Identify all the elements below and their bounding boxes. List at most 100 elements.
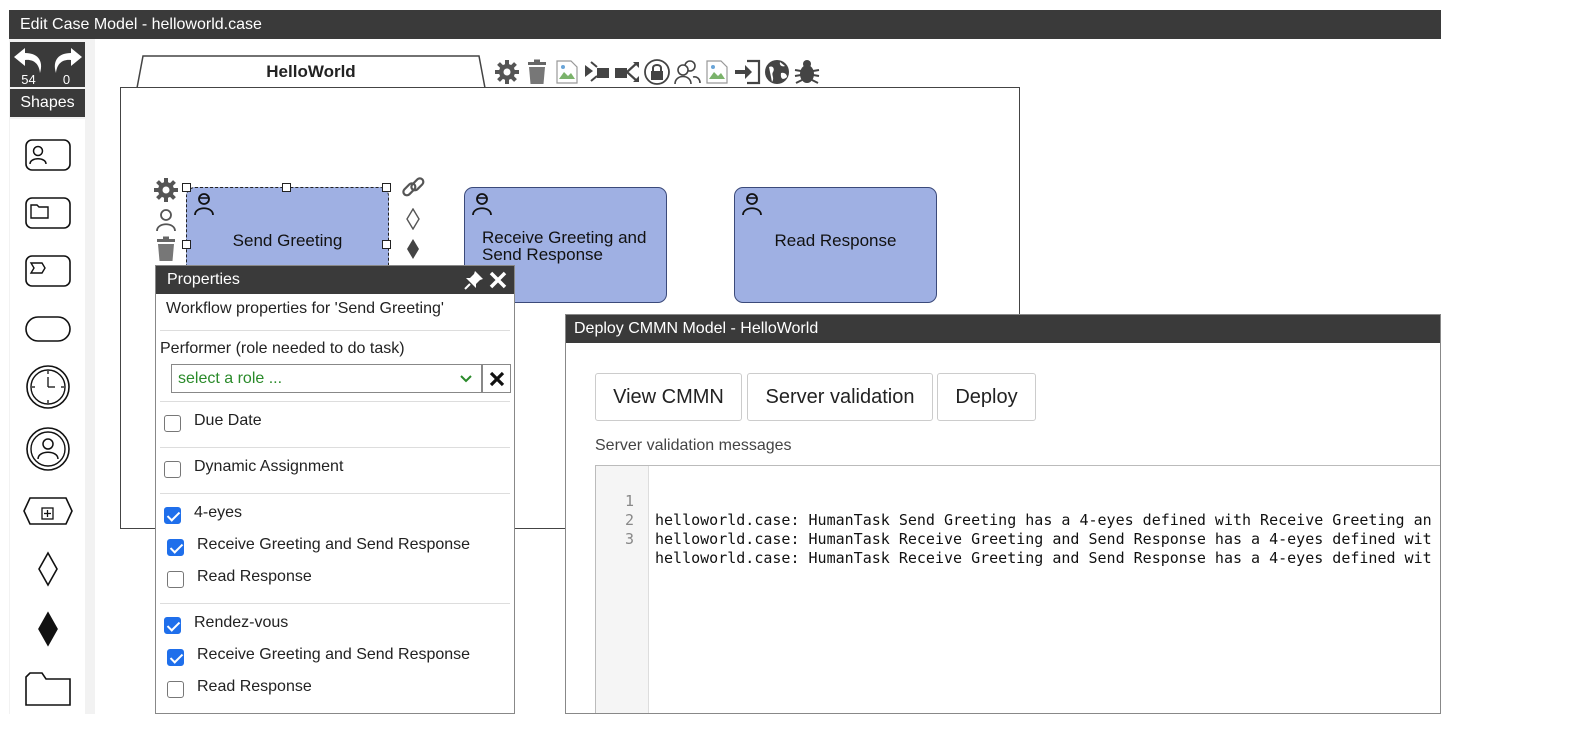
role-select[interactable]: select a role ...	[171, 364, 482, 393]
task-name: Send Greeting	[232, 231, 343, 250]
properties-title: Properties	[167, 271, 240, 288]
broken-image-icon	[556, 60, 578, 84]
server-validation-button[interactable]: Server validation	[747, 373, 933, 421]
case-file-shape[interactable]	[10, 661, 85, 713]
deploy-button[interactable]	[762, 57, 792, 87]
rendezvous-read-response-label: Read Response	[197, 678, 312, 695]
roles-button[interactable]	[672, 57, 702, 87]
undo-count: 54	[21, 72, 36, 87]
model-toolbar	[492, 57, 822, 87]
human-task-shape-icon	[24, 139, 71, 171]
window-title: Edit Case Model - helloworld.case	[9, 10, 1441, 39]
rendezvous-receive-greeting-checkbox[interactable]	[167, 649, 184, 666]
trash-icon	[528, 59, 546, 84]
gear-icon[interactable]	[153, 177, 179, 203]
properties-subtitle: Workflow properties for 'Send Greeting'	[160, 294, 510, 331]
validation-messages-label: Server validation messages	[595, 437, 792, 454]
undo-button[interactable]: 54	[10, 42, 47, 87]
exit-criterion-icon[interactable]	[405, 238, 421, 260]
dynamic-assignment-checkbox[interactable]	[164, 461, 181, 478]
task-name: Read Response	[774, 231, 897, 250]
rendezvous-read-response-checkbox[interactable]	[167, 681, 184, 698]
workflow-properties-icon[interactable]	[155, 208, 177, 232]
debug-button[interactable]	[792, 57, 822, 87]
due-date-checkbox[interactable]	[164, 415, 181, 432]
four-eyes-receive-greeting-label: Receive Greeting and Send Response	[197, 536, 471, 553]
undo-redo-bar: 54 0	[10, 42, 85, 87]
dynamic-assignment-section: Dynamic Assignment	[160, 452, 510, 494]
resize-handle[interactable]	[182, 183, 191, 192]
export-button[interactable]	[612, 57, 642, 87]
arrows-out-icon	[615, 62, 639, 82]
tab-helloworld[interactable]: HelloWorld	[136, 55, 486, 88]
broken-image-button[interactable]	[552, 57, 582, 87]
four-eyes-section: 4-eyes Receive Greeting and Send Respons…	[160, 498, 510, 604]
folder-icon	[24, 672, 71, 706]
delete-button[interactable]	[522, 57, 552, 87]
close-icon[interactable]	[488, 270, 508, 290]
user-event-shape[interactable]	[10, 423, 85, 475]
clear-role-button[interactable]	[482, 364, 511, 393]
timer-event-shape[interactable]	[10, 361, 85, 413]
case-task-shape[interactable]	[10, 485, 85, 537]
rendezvous-checkbox[interactable]	[164, 617, 181, 634]
timer-event-icon	[25, 365, 70, 409]
shapes-header: Shapes	[10, 89, 85, 117]
sign-in-button[interactable]	[732, 57, 762, 87]
shapes-palette	[10, 119, 85, 714]
resize-handle[interactable]	[182, 240, 191, 249]
human-task-icon	[194, 193, 214, 216]
due-date-label: Due Date	[194, 412, 262, 429]
tab-label: HelloWorld	[266, 62, 356, 81]
dynamic-assignment-label: Dynamic Assignment	[194, 458, 344, 475]
lock-icon	[644, 59, 670, 85]
case-plan-shape-icon	[22, 497, 73, 525]
four-eyes-read-response-checkbox[interactable]	[167, 571, 184, 588]
entry-criterion-shape[interactable]	[10, 543, 85, 595]
line-text: helloworld.case: HumanTask Receive Greet…	[655, 549, 1432, 567]
lock-button[interactable]	[642, 57, 672, 87]
entry-criterion-icon[interactable]	[405, 208, 421, 230]
validation-messages-editor[interactable]: 1 helloworld.case: HumanTask Send Greeti…	[595, 465, 1440, 713]
task-name: Receive Greeting and Send Response	[482, 228, 647, 264]
stage-shape[interactable]	[10, 303, 85, 355]
properties-header: Properties	[156, 266, 514, 294]
rounded-rect-shape-icon	[24, 316, 71, 342]
folder-task-shape-icon	[24, 197, 71, 229]
user-event-icon	[25, 427, 70, 471]
users-icon	[674, 60, 701, 85]
four-eyes-receive-greeting-checkbox[interactable]	[167, 539, 184, 556]
process-task-shape[interactable]	[10, 245, 85, 297]
line-text: helloworld.case: HumanTask Receive Greet…	[655, 530, 1432, 548]
settings-button[interactable]	[492, 57, 522, 87]
four-eyes-read-response-label: Read Response	[197, 568, 312, 585]
human-task-icon	[472, 193, 492, 216]
trash-icon[interactable]	[154, 236, 178, 262]
human-task-icon	[742, 193, 762, 216]
case-file-item-shape[interactable]	[10, 187, 85, 239]
role-select-value: select a role ...	[178, 370, 283, 387]
redo-button[interactable]: 0	[48, 42, 85, 87]
resize-handle[interactable]	[382, 183, 391, 192]
due-date-section: Due Date	[160, 406, 510, 448]
process-task-shape-icon	[24, 255, 71, 287]
rendezvous-label: Rendez-vous	[194, 614, 289, 631]
chevron-down-icon	[460, 375, 472, 383]
broken-image-button-2[interactable]	[702, 57, 732, 87]
line-text: helloworld.case: HumanTask Send Greeting…	[655, 511, 1432, 529]
four-eyes-checkbox[interactable]	[164, 507, 181, 524]
code-line: 1 helloworld.case: HumanTask Send Greeti…	[596, 473, 1432, 529]
resize-handle[interactable]	[282, 183, 291, 192]
view-cmmn-button[interactable]: View CMMN	[595, 373, 742, 421]
resize-handle[interactable]	[382, 240, 391, 249]
human-task-shape[interactable]	[10, 129, 85, 181]
code-line: 2 helloworld.case: HumanTask Receive Gre…	[596, 492, 1432, 548]
link-icon[interactable]	[399, 174, 427, 202]
import-button[interactable]	[582, 57, 612, 87]
diamond-filled-icon	[37, 611, 58, 647]
task-read-response[interactable]: Read Response	[734, 187, 937, 303]
pin-icon[interactable]	[464, 270, 484, 290]
deploy-dialog: Deploy CMMN Model - HelloWorld View CMMN…	[565, 314, 1441, 714]
exit-criterion-shape[interactable]	[10, 603, 85, 655]
deploy-model-button[interactable]: Deploy	[937, 373, 1036, 421]
